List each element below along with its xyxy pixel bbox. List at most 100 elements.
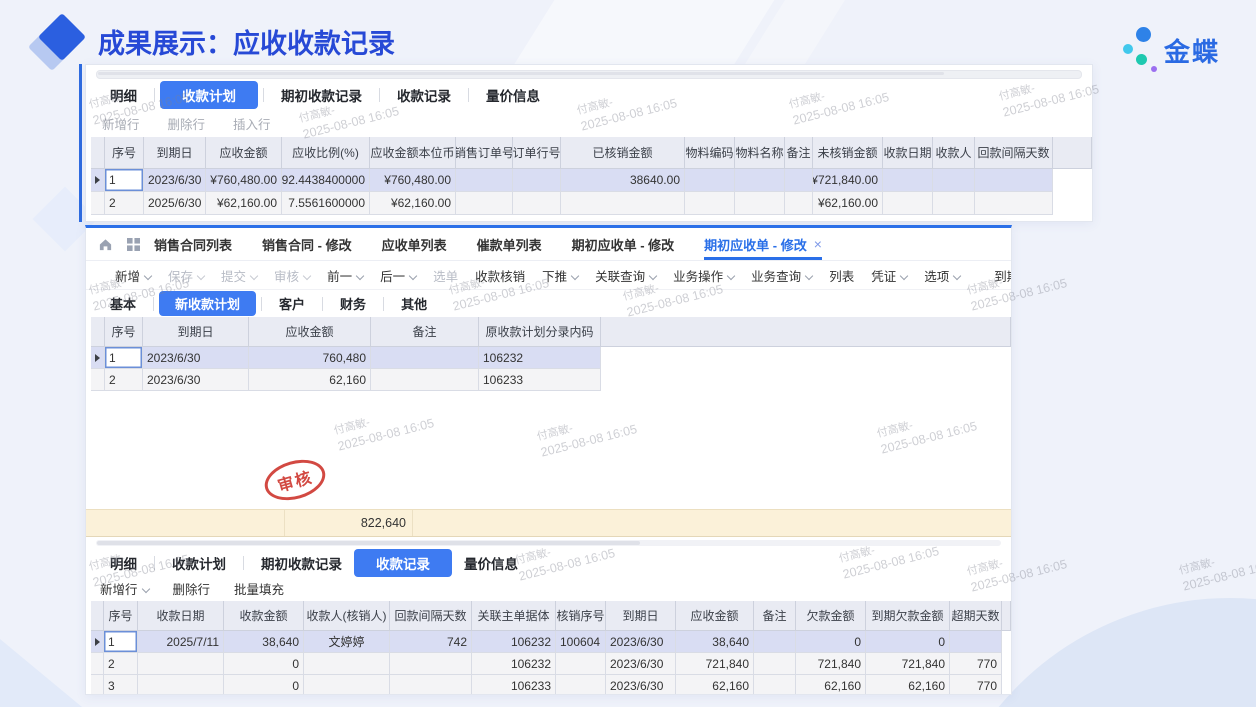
- cell[interactable]: [456, 192, 513, 215]
- cell[interactable]: ¥721,840.00: [813, 169, 883, 192]
- delete-row-button[interactable]: 删除行: [168, 114, 206, 133]
- cell[interactable]: 38,640: [224, 631, 304, 653]
- tab-shoukuanjilu[interactable]: 收款记录: [385, 81, 463, 109]
- next-button[interactable]: 后一: [380, 266, 416, 285]
- column-header[interactable]: 物料编码: [685, 137, 735, 169]
- cell[interactable]: 106232: [479, 347, 601, 369]
- nav-tab-contract-edit[interactable]: 销售合同 - 修改: [262, 228, 352, 260]
- scrollbar-thumb[interactable]: [98, 72, 944, 75]
- cell[interactable]: 106233: [472, 675, 556, 695]
- cell[interactable]: [456, 169, 513, 192]
- cell[interactable]: [685, 192, 735, 215]
- cell[interactable]: [883, 192, 933, 215]
- cell[interactable]: ¥62,160.00: [206, 192, 282, 215]
- column-header[interactable]: 订单行号: [513, 137, 561, 169]
- audit-button[interactable]: 审核: [274, 266, 310, 285]
- column-header[interactable]: 序号: [104, 601, 138, 631]
- column-header[interactable]: 已核销金额: [561, 137, 685, 169]
- payment-writeoff-button[interactable]: 收款核销: [475, 266, 525, 285]
- column-header[interactable]: 到期欠款金额: [866, 601, 950, 631]
- table-row[interactable]: 22025/6/30¥62,160.007.5561600000¥62,160.…: [91, 192, 1092, 215]
- cell[interactable]: 38,640: [676, 631, 754, 653]
- column-header[interactable]: 序号: [105, 137, 144, 169]
- cell[interactable]: 2023/6/30: [143, 347, 249, 369]
- cell[interactable]: 2: [105, 369, 143, 391]
- table-row[interactable]: 12023/6/30760,480106232: [91, 347, 1011, 369]
- column-header[interactable]: 收款日期: [138, 601, 224, 631]
- cell[interactable]: [975, 169, 1053, 192]
- tab-jiben[interactable]: 基本: [98, 290, 148, 317]
- cell[interactable]: [556, 675, 606, 695]
- column-header[interactable]: 原收款计划分录内码: [479, 317, 601, 347]
- cell[interactable]: [754, 631, 796, 653]
- column-header[interactable]: 回款间隔天数: [975, 137, 1053, 169]
- cell[interactable]: [371, 369, 479, 391]
- column-header[interactable]: 应收金额本位币: [370, 137, 456, 169]
- column-header[interactable]: 备注: [754, 601, 796, 631]
- business-query-button[interactable]: 业务查询: [751, 266, 812, 285]
- home-icon[interactable]: [98, 237, 113, 252]
- cell[interactable]: 721,840: [796, 653, 866, 675]
- tab-mingxi[interactable]: 明细: [98, 81, 149, 109]
- column-header[interactable]: 欠款金额: [796, 601, 866, 631]
- voucher-button[interactable]: 凭证: [871, 266, 907, 285]
- tab-qichu-shoukuan[interactable]: 期初收款记录: [269, 81, 374, 109]
- cell[interactable]: 2: [105, 192, 144, 215]
- column-header[interactable]: 未核销金额: [813, 137, 883, 169]
- column-header[interactable]: 应收金额: [206, 137, 282, 169]
- table-row[interactable]: 301062332023/6/3062,16062,16062,160770: [91, 675, 1011, 695]
- cell[interactable]: 0: [796, 631, 866, 653]
- column-header[interactable]: 关联主单据体: [472, 601, 556, 631]
- push-down-button[interactable]: 下推: [542, 266, 578, 285]
- apps-grid-icon[interactable]: [127, 238, 140, 251]
- select-bill-button[interactable]: 选单: [433, 266, 458, 285]
- tab-liangjia[interactable]: 量价信息: [452, 549, 530, 577]
- cell[interactable]: 100604: [556, 631, 606, 653]
- row-marker[interactable]: [91, 631, 104, 653]
- tab-qita[interactable]: 其他: [389, 290, 439, 317]
- row-marker[interactable]: [91, 347, 105, 369]
- column-header[interactable]: 到期日: [143, 317, 249, 347]
- prev-button[interactable]: 前一: [327, 266, 363, 285]
- cell[interactable]: [371, 347, 479, 369]
- due-date-change-button[interactable]: 到期日变更: [994, 266, 1012, 285]
- cell[interactable]: 文婷婷: [304, 631, 390, 653]
- cell[interactable]: [754, 675, 796, 695]
- cell[interactable]: 0: [224, 675, 304, 695]
- cell[interactable]: 770: [950, 675, 1002, 695]
- cell[interactable]: [883, 169, 933, 192]
- cell[interactable]: 2023/6/30: [144, 169, 206, 192]
- cell[interactable]: 2023/6/30: [143, 369, 249, 391]
- column-header[interactable]: 回款间隔天数: [390, 601, 472, 631]
- tab-shoukuanjihua[interactable]: 收款计划: [160, 549, 238, 577]
- column-header[interactable]: 应收金额: [676, 601, 754, 631]
- options-button[interactable]: 选项: [924, 266, 960, 285]
- cell[interactable]: 2025/7/11: [138, 631, 224, 653]
- cell[interactable]: 62,160: [796, 675, 866, 695]
- cell[interactable]: [933, 192, 975, 215]
- scrollbar-thumb[interactable]: [97, 541, 640, 545]
- column-header[interactable]: 应收金额: [249, 317, 371, 347]
- tab-liangjia[interactable]: 量价信息: [474, 81, 552, 109]
- add-row-button[interactable]: 新增行: [100, 579, 149, 598]
- horizontal-scrollbar[interactable]: [96, 540, 1001, 546]
- cell[interactable]: [785, 192, 813, 215]
- column-header[interactable]: 收款人: [933, 137, 975, 169]
- column-header[interactable]: [91, 601, 104, 631]
- column-header[interactable]: 到期日: [606, 601, 676, 631]
- cell[interactable]: [950, 631, 1002, 653]
- cell[interactable]: 2: [104, 653, 138, 675]
- cell[interactable]: 106232: [472, 653, 556, 675]
- column-header[interactable]: 核销序号: [556, 601, 606, 631]
- cell[interactable]: [513, 192, 561, 215]
- cell[interactable]: [754, 653, 796, 675]
- column-header[interactable]: 备注: [785, 137, 813, 169]
- cell[interactable]: 1: [104, 631, 138, 653]
- table-row[interactable]: 12025/7/1138,640文婷婷7421062321006042023/6…: [91, 631, 1011, 653]
- column-header[interactable]: 应收比例(%): [282, 137, 370, 169]
- tab-caiwu[interactable]: 财务: [328, 290, 378, 317]
- horizontal-scrollbar[interactable]: [96, 70, 1082, 79]
- cell[interactable]: [785, 169, 813, 192]
- delete-row-button[interactable]: 删除行: [173, 579, 211, 598]
- cell[interactable]: 62,160: [249, 369, 371, 391]
